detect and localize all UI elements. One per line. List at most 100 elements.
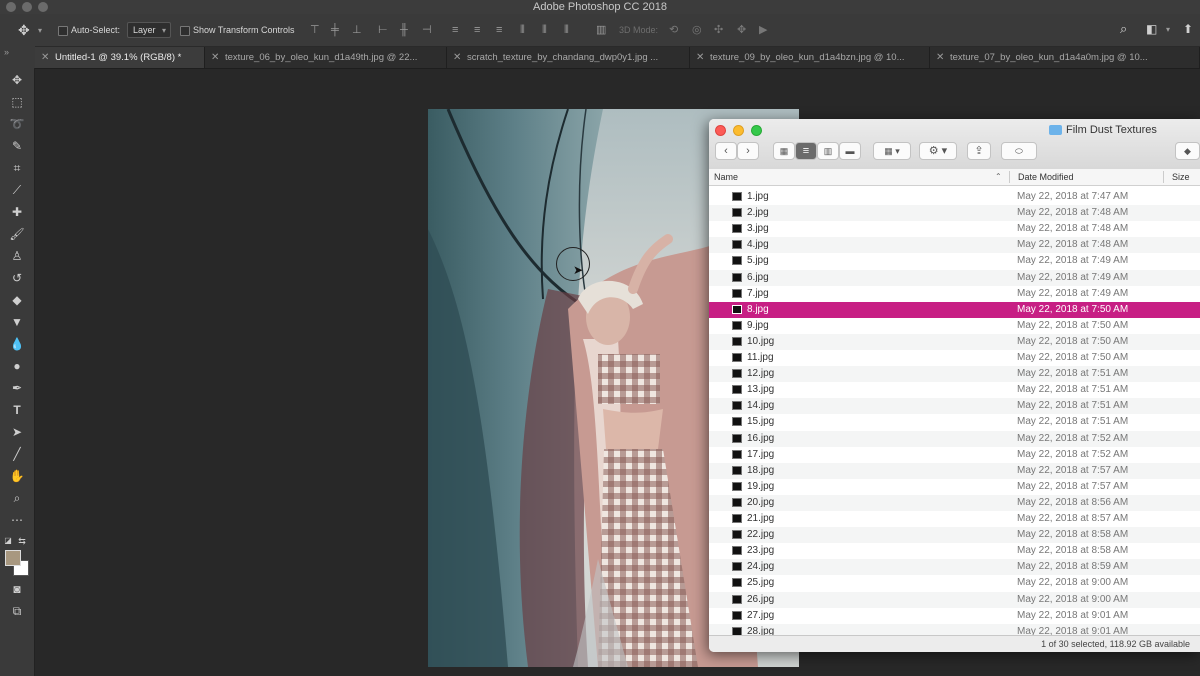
file-row[interactable]: 11.jpg May 22, 2018 at 7:50 AM xyxy=(709,350,1200,366)
paint-bucket-tool-icon[interactable]: ▼ xyxy=(6,313,28,331)
file-row[interactable]: 4.jpg May 22, 2018 at 7:48 AM xyxy=(709,237,1200,254)
file-row[interactable]: 22.jpg May 22, 2018 at 8:58 AM xyxy=(709,527,1200,544)
finder-minimize-icon[interactable] xyxy=(733,125,744,136)
close-tab-icon[interactable]: ✕ xyxy=(211,47,219,68)
distribute-top-icon[interactable]: ≡ xyxy=(452,24,458,36)
blur-tool-icon[interactable]: 💧 xyxy=(6,335,28,353)
marquee-tool-icon[interactable]: ⬚ xyxy=(6,93,28,111)
align-right-icon[interactable]: ⊣ xyxy=(422,24,432,36)
tab-texture-06[interactable]: ✕ texture_06_by_oleo_kun_d1a49th.jpg @ 2… xyxy=(205,47,447,68)
distribute-bottom-icon[interactable]: ≡ xyxy=(496,24,502,36)
move-tool-icon[interactable]: ✥ xyxy=(6,71,28,89)
dodge-tool-icon[interactable]: ● xyxy=(6,357,28,375)
file-row[interactable]: 6.jpg May 22, 2018 at 7:49 AM xyxy=(709,269,1200,286)
sort-ascending-icon[interactable]: ⌃ xyxy=(995,169,1002,185)
tab-texture-09[interactable]: ✕ texture_09_by_oleo_kun_d1a4bzn.jpg @ 1… xyxy=(690,47,930,68)
type-tool-icon[interactable]: T xyxy=(6,401,28,419)
show-transform-checkbox[interactable] xyxy=(180,26,190,36)
collapse-panel-icon[interactable]: » xyxy=(4,46,9,58)
3d-roll-icon[interactable]: ◎ xyxy=(692,24,702,36)
quick-select-tool-icon[interactable]: ✎ xyxy=(6,137,28,155)
more-tools-icon[interactable]: ⋯ xyxy=(6,511,28,529)
dropbox-button[interactable]: ◆ xyxy=(1175,142,1200,160)
share-icon[interactable]: ⬆ xyxy=(1183,23,1193,35)
file-row[interactable]: 25.jpg May 22, 2018 at 9:00 AM xyxy=(709,575,1200,591)
distribute-left-icon[interactable]: ⦀ xyxy=(520,24,525,36)
3d-slide-icon[interactable]: ✥ xyxy=(737,24,746,36)
file-row[interactable]: 2.jpg May 22, 2018 at 7:48 AM xyxy=(709,205,1200,222)
eyedropper-tool-icon[interactable]: ⟋ xyxy=(6,181,28,199)
gallery-view-button[interactable]: ▬ xyxy=(839,142,861,160)
close-tab-icon[interactable]: ✕ xyxy=(936,47,944,68)
file-row[interactable]: 15.jpg May 22, 2018 at 7:51 AM xyxy=(709,414,1200,430)
finder-close-icon[interactable] xyxy=(715,125,726,136)
stamp-tool-icon[interactable]: ♙ xyxy=(6,247,28,265)
file-row[interactable]: 10.jpg May 22, 2018 at 7:50 AM xyxy=(709,333,1200,350)
tags-button[interactable]: ⬭ xyxy=(1001,142,1037,160)
size-column-header[interactable]: Size xyxy=(1172,169,1190,185)
eraser-tool-icon[interactable]: ◆ xyxy=(6,291,28,309)
file-row[interactable]: 1.jpg May 22, 2018 at 7:47 AM xyxy=(709,189,1200,205)
file-row[interactable]: 17.jpg May 22, 2018 at 7:52 AM xyxy=(709,447,1200,463)
file-row[interactable]: 7.jpg May 22, 2018 at 7:49 AM xyxy=(709,286,1200,302)
3d-pan-icon[interactable]: ✣ xyxy=(714,24,723,36)
finder-zoom-icon[interactable] xyxy=(751,125,762,136)
forward-button[interactable]: › xyxy=(737,142,759,160)
file-row[interactable]: 8.jpg May 22, 2018 at 7:50 AM xyxy=(709,301,1200,318)
name-column-header[interactable]: Name xyxy=(714,169,738,185)
file-row[interactable]: 20.jpg May 22, 2018 at 8:56 AM xyxy=(709,494,1200,511)
zoom-tool-icon[interactable]: ⌕ xyxy=(6,489,28,507)
align-top-icon[interactable]: ⊤ xyxy=(310,24,320,36)
file-row[interactable]: 23.jpg May 22, 2018 at 8:58 AM xyxy=(709,543,1200,559)
tab-untitled-1[interactable]: ✕ Untitled-1 @ 39.1% (RGB/8) * xyxy=(35,47,205,68)
file-row[interactable]: 24.jpg May 22, 2018 at 8:59 AM xyxy=(709,559,1200,576)
icon-view-button[interactable]: ▦ xyxy=(773,142,795,160)
align-bottom-icon[interactable]: ⊥ xyxy=(352,24,362,36)
auto-select-checkbox[interactable] xyxy=(58,26,68,36)
file-row[interactable]: 14.jpg May 22, 2018 at 7:51 AM xyxy=(709,398,1200,415)
align-left-icon[interactable]: ⊢ xyxy=(378,24,388,36)
share-button[interactable]: ⇪ xyxy=(967,142,991,160)
file-row[interactable]: 16.jpg May 22, 2018 at 7:52 AM xyxy=(709,430,1200,447)
file-row[interactable]: 3.jpg May 22, 2018 at 7:48 AM xyxy=(709,221,1200,237)
brush-tool-icon[interactable]: 🖌 xyxy=(6,225,28,243)
tab-scratch-texture[interactable]: ✕ scratch_texture_by_chandang_dwp0y1.jpg… xyxy=(447,47,690,68)
move-tool-preset-icon[interactable]: ✥ xyxy=(18,23,30,37)
line-tool-icon[interactable]: ╱ xyxy=(6,445,28,463)
finder-window[interactable]: Film Dust Textures ‹ › ▦ ≡ ▥ ▬ ▦ ▾ ⚙ ▾ ⇪… xyxy=(709,119,1200,652)
file-row[interactable]: 18.jpg May 22, 2018 at 7:57 AM xyxy=(709,462,1200,479)
file-row[interactable]: 27.jpg May 22, 2018 at 9:01 AM xyxy=(709,608,1200,624)
file-row[interactable]: 21.jpg May 22, 2018 at 8:57 AM xyxy=(709,511,1200,527)
file-row[interactable]: 19.jpg May 22, 2018 at 7:57 AM xyxy=(709,479,1200,495)
quick-mask-icon[interactable]: ◙ xyxy=(6,580,28,598)
align-vcenter-icon[interactable]: ╪ xyxy=(331,24,339,36)
auto-select-dropdown[interactable]: Layer ▾ xyxy=(127,22,171,38)
date-column-header[interactable]: Date Modified xyxy=(1018,169,1074,185)
foreground-color-swatch[interactable] xyxy=(5,550,21,566)
close-tab-icon[interactable]: ✕ xyxy=(41,47,49,68)
crop-tool-icon[interactable]: ⌗ xyxy=(6,159,28,177)
healing-tool-icon[interactable]: ✚ xyxy=(6,203,28,221)
default-colors-icon[interactable]: ◪ xyxy=(2,532,14,550)
align-hcenter-icon[interactable]: ╫ xyxy=(400,24,408,36)
file-row[interactable]: 9.jpg May 22, 2018 at 7:50 AM xyxy=(709,318,1200,334)
list-view-button[interactable]: ≡ xyxy=(795,142,817,160)
file-row[interactable]: 12.jpg May 22, 2018 at 7:51 AM xyxy=(709,366,1200,383)
distribute-right-icon[interactable]: ⦀ xyxy=(564,24,569,36)
workspace-icon[interactable]: ◧ xyxy=(1146,23,1157,35)
group-by-button[interactable]: ▦ ▾ xyxy=(873,142,911,160)
distribute-vcenter-icon[interactable]: ≡ xyxy=(474,24,480,36)
chevron-down-icon[interactable]: ▾ xyxy=(38,25,42,37)
screen-mode-icon[interactable]: ⧉ xyxy=(6,602,28,620)
swap-colors-icon[interactable]: ⇆ xyxy=(16,532,28,550)
search-icon[interactable]: ⌕ xyxy=(1120,22,1127,35)
file-row[interactable]: 26.jpg May 22, 2018 at 9:00 AM xyxy=(709,591,1200,608)
tab-texture-07[interactable]: ✕ texture_07_by_oleo_kun_d1a4a0m.jpg @ 1… xyxy=(930,47,1200,68)
auto-align-icon[interactable]: ▥ xyxy=(596,24,606,36)
3d-orbit-icon[interactable]: ⟲ xyxy=(669,24,678,36)
distribute-hcenter-icon[interactable]: ⦀ xyxy=(542,24,547,36)
file-row[interactable]: 13.jpg May 22, 2018 at 7:51 AM xyxy=(709,382,1200,398)
back-button[interactable]: ‹ xyxy=(715,142,737,160)
file-row[interactable]: 5.jpg May 22, 2018 at 7:49 AM xyxy=(709,253,1200,269)
chevron-down-icon[interactable]: ▾ xyxy=(1166,24,1170,36)
